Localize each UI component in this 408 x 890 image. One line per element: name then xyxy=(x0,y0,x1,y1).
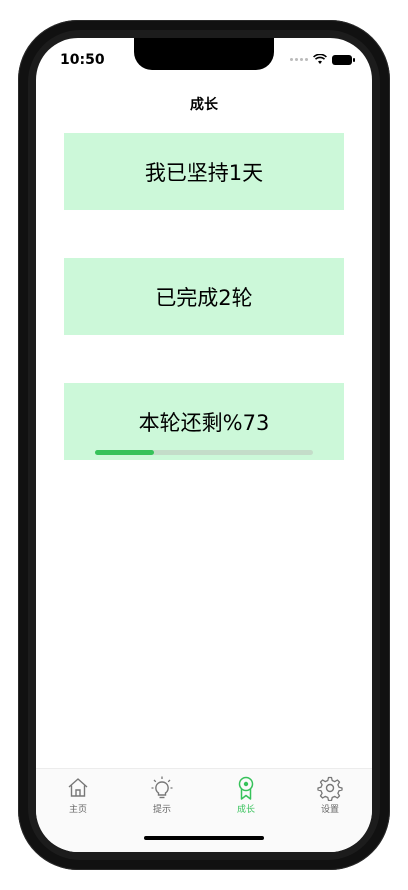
rounds-card: 已完成2轮 xyxy=(64,258,344,335)
tab-tips-label: 提示 xyxy=(152,805,171,815)
battery-icon xyxy=(332,54,355,65)
phone-screen: 10:50 成长 我已坚持1天 已完成2轮 本轮还剩%73 主页 提示 成长 设… xyxy=(36,38,372,852)
progress-fill xyxy=(95,450,154,455)
page-title: 成长 xyxy=(190,97,218,113)
progress-bar xyxy=(95,450,313,455)
gear-icon xyxy=(317,776,343,801)
remaining-text: 本轮还剩%73 xyxy=(138,411,270,435)
tab-growth[interactable]: 成长 xyxy=(204,775,288,852)
home-indicator[interactable] xyxy=(144,836,264,840)
days-text: 我已坚持1天 xyxy=(144,160,264,185)
tab-settings[interactable]: 设置 xyxy=(288,775,372,852)
home-icon xyxy=(68,778,88,797)
wifi-icon xyxy=(313,54,327,64)
tab-growth-label: 成长 xyxy=(236,805,255,815)
tab-tips[interactable]: 提示 xyxy=(120,775,204,852)
status-icons xyxy=(290,54,355,65)
badge-icon xyxy=(238,776,254,800)
lightbulb-icon xyxy=(151,776,173,799)
rounds-text: 已完成2轮 xyxy=(155,285,253,310)
tab-home-label: 主页 xyxy=(68,805,87,815)
days-card: 我已坚持1天 xyxy=(64,133,344,210)
status-time: 10:50 xyxy=(60,52,105,68)
notch xyxy=(134,38,274,70)
tab-settings-label: 设置 xyxy=(320,805,339,815)
signal-dots-icon xyxy=(290,58,308,61)
remaining-card: 本轮还剩%73 xyxy=(64,383,344,460)
tab-home[interactable]: 主页 xyxy=(36,775,120,852)
